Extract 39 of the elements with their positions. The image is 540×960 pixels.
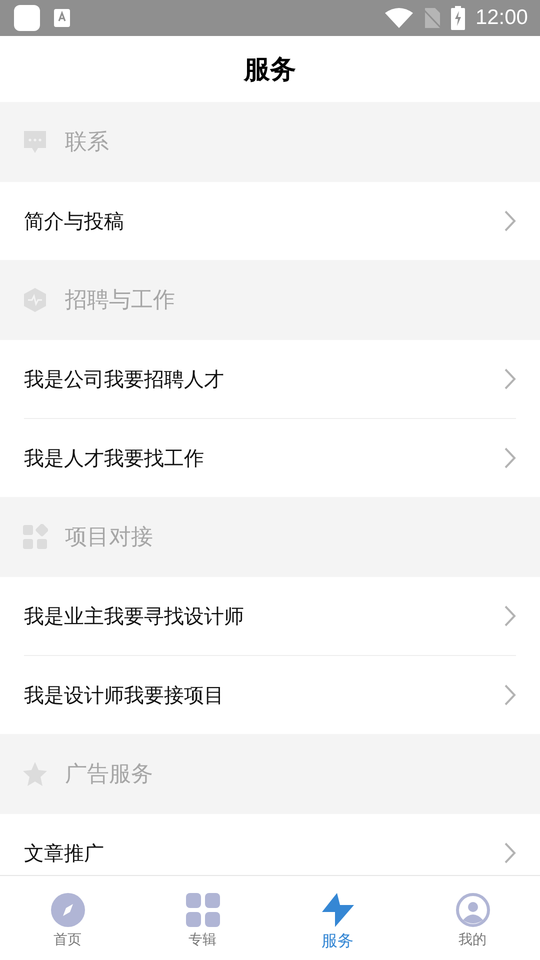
section-title: 项目对接 <box>65 524 153 552</box>
notification-icon <box>54 9 70 27</box>
tab-item[interactable]: 服务 <box>270 876 405 960</box>
no-sim-icon <box>423 8 442 28</box>
tab-item[interactable]: 我的 <box>405 876 540 960</box>
chevron-right-icon <box>504 210 516 232</box>
wifi-icon <box>385 8 414 28</box>
star-icon <box>22 761 48 787</box>
row-label: 我是人才我要找工作 <box>24 444 204 472</box>
menu-row[interactable]: 简介与投稿 <box>24 182 516 260</box>
section-title: 联系 <box>65 129 109 157</box>
chat-bubble-icon <box>22 129 48 155</box>
row-label: 我是业主我要寻找设计师 <box>24 602 244 630</box>
menu-row[interactable]: 文章推广 <box>24 814 516 875</box>
grid-icon <box>186 893 220 927</box>
tab-item[interactable]: 首页 <box>0 876 135 960</box>
row-label: 我是公司我要招聘人才 <box>24 366 224 392</box>
section-title: 广告服务 <box>65 761 153 789</box>
row-label: 我是设计师我要接项目 <box>24 682 224 708</box>
chevron-right-icon <box>504 368 516 390</box>
menu-row[interactable]: 我是公司我要招聘人才 <box>24 340 516 418</box>
lightning-icon <box>320 893 354 927</box>
app-icon <box>14 5 40 31</box>
chevron-right-icon <box>504 605 516 627</box>
chevron-right-icon <box>504 684 516 706</box>
menu-row[interactable]: 我是业主我要寻找设计师 <box>24 577 516 655</box>
row-label: 简介与投稿 <box>24 208 124 234</box>
compass-icon <box>50 893 84 927</box>
chevron-right-icon <box>504 842 516 864</box>
section-title: 招聘与工作 <box>65 287 175 315</box>
chevron-right-icon <box>504 447 516 469</box>
battery-icon <box>451 6 466 30</box>
blocks-icon <box>22 524 48 550</box>
clock-time: 12:00 <box>475 6 528 30</box>
tab-item[interactable]: 专辑 <box>135 876 270 960</box>
user-icon <box>456 893 490 927</box>
pulse-icon <box>22 287 48 313</box>
page-title: 服务 <box>244 54 296 86</box>
row-label: 文章推广 <box>24 840 104 866</box>
